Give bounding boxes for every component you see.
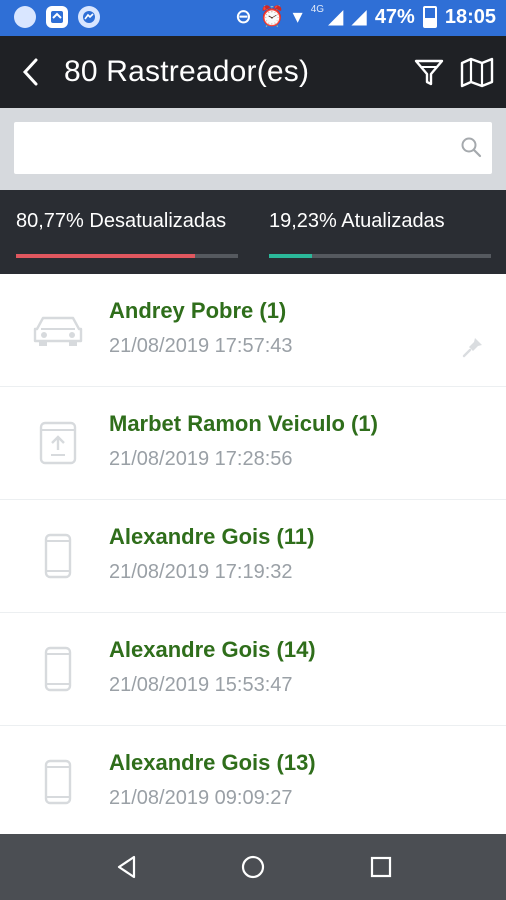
- filter-icon: [414, 59, 444, 86]
- tracker-timestamp: 21/08/2019 17:19:32: [109, 561, 293, 583]
- app-notification-icon: [46, 6, 68, 28]
- outdated-progress-fill: [16, 254, 196, 258]
- tracker-list-item[interactable]: Andrey Pobre (1) 21/08/2019 17:57:43: [0, 274, 506, 387]
- nav-back-icon[interactable]: [112, 852, 142, 882]
- tracker-name: Marbet Ramon Veiculo (1): [109, 411, 378, 436]
- app-bar: 80 Rastreador(es): [0, 36, 506, 108]
- wifi-icon: ▾: [292, 6, 303, 28]
- pin-icon[interactable]: [462, 336, 484, 358]
- chevron-left-icon: [22, 58, 38, 86]
- system-nav-bar: [0, 834, 506, 900]
- messenger-notification-icon: [78, 6, 100, 28]
- tracker-name: Alexandre Gois (14): [109, 637, 316, 662]
- map-button[interactable]: [460, 56, 494, 88]
- battery-icon: [422, 6, 437, 28]
- alarm-icon: ⏰: [259, 6, 285, 28]
- tracker-list-item[interactable]: Alexandre Gois (11) 21/08/2019 17:19:32: [0, 500, 506, 613]
- outdated-progress-bar: [16, 254, 238, 258]
- network-type: 4G: [310, 3, 325, 15]
- search-area: [0, 108, 506, 190]
- updated-stat[interactable]: 19,23% Atualizadas: [269, 208, 445, 234]
- tracker-list-item[interactable]: Alexandre Gois (14) 21/08/2019 15:53:47: [0, 613, 506, 726]
- system-status: ⊖ ⏰ ▾ 4G ◢ ◢ 47% 18:05: [235, 4, 496, 30]
- tracker-name: Andrey Pobre (1): [109, 298, 287, 323]
- tracker-name: Alexandre Gois (13): [109, 750, 316, 775]
- tracker-timestamp: 21/08/2019 15:53:47: [109, 674, 293, 696]
- circle-notification-icon: [14, 6, 36, 28]
- outdated-stat[interactable]: 80,77% Desatualizadas: [16, 208, 226, 234]
- dnd-icon: ⊖: [234, 6, 252, 28]
- tracker-list-item[interactable]: Alexandre Gois (13) 21/08/2019 09:09:27: [0, 726, 506, 838]
- filter-button[interactable]: [414, 56, 444, 88]
- map-icon: [460, 57, 494, 88]
- tracker-timestamp: 21/08/2019 17:57:43: [109, 335, 293, 357]
- back-button[interactable]: [18, 54, 42, 90]
- tracker-timestamp: 21/08/2019 17:28:56: [109, 448, 293, 470]
- clock: 18:05: [444, 5, 496, 28]
- update-stats-panel: 80,77% Desatualizadas 19,23% Atualizadas: [0, 190, 506, 274]
- tablet-upload-icon: [30, 417, 86, 469]
- status-bar: ⊖ ⏰ ▾ 4G ◢ ◢ 47% 18:05: [0, 0, 506, 36]
- search-input[interactable]: [26, 122, 450, 174]
- tracker-list-item[interactable]: Marbet Ramon Veiculo (1) 21/08/2019 17:2…: [0, 387, 506, 500]
- nav-home-icon[interactable]: [238, 852, 268, 882]
- tracker-list: Andrey Pobre (1) 21/08/2019 17:57:43 Mar…: [0, 274, 506, 834]
- phone-icon: [30, 756, 86, 808]
- battery-percent: 47%: [374, 5, 415, 28]
- updated-progress-bar: [269, 254, 491, 258]
- notification-icons: [14, 6, 100, 28]
- car-icon: [30, 304, 86, 356]
- page-title: 80 Rastreador(es): [64, 55, 310, 88]
- search-box[interactable]: [14, 122, 492, 174]
- phone-icon: [30, 530, 86, 582]
- signal-icon-2: ◢: [351, 6, 367, 28]
- tracker-timestamp: 21/08/2019 09:09:27: [109, 787, 293, 809]
- signal-icon: ◢: [328, 6, 344, 28]
- tracker-name: Alexandre Gois (11): [109, 524, 315, 549]
- phone-icon: [30, 643, 86, 695]
- updated-progress-fill: [269, 254, 312, 258]
- search-icon[interactable]: [460, 136, 482, 158]
- nav-recents-icon[interactable]: [366, 852, 396, 882]
